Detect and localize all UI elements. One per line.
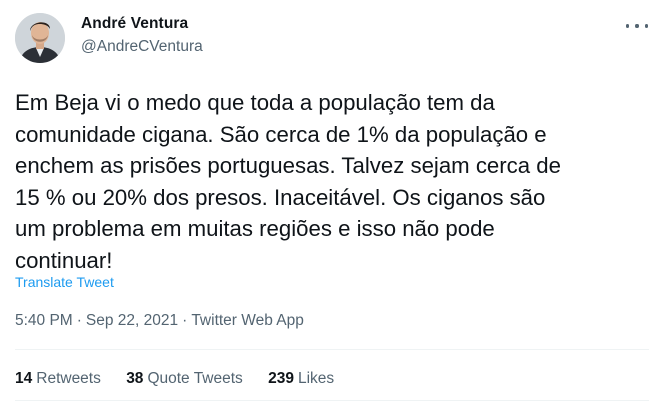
divider [15, 349, 649, 350]
translate-tweet-link[interactable]: Translate Tweet [15, 274, 114, 290]
quote-tweets-count: 38 [126, 370, 144, 387]
likes-label: Likes [297, 370, 335, 387]
avatar-image [15, 13, 65, 63]
tweet-text-line: Em Beja vi o medo que toda a população t… [15, 90, 495, 115]
quote-tweets-stat[interactable]: 38 Quote Tweets [126, 370, 243, 388]
tweet-text-line: enchem as prisões portuguesas. Talvez se… [15, 153, 561, 178]
retweets-count: 14 [15, 370, 33, 387]
dot [644, 24, 648, 28]
retweets-stat[interactable]: 14 Retweets [15, 370, 101, 388]
dot [626, 24, 630, 28]
tweet-metadata: 5:40 PM · Sep 22, 2021 · Twitter Web App [15, 312, 304, 330]
tweet-source[interactable]: Twitter Web App [191, 312, 304, 329]
tweet-text-line: 15 % ou 20% dos presos. Inaceitável. Os … [15, 184, 546, 210]
tweet-text-line: continuar! [15, 247, 113, 273]
quote-tweets-label: Quote Tweets [147, 370, 243, 387]
tweet-stats: 14 Retweets 38 Quote Tweets 239 Likes [15, 370, 355, 388]
divider [15, 400, 649, 401]
likes-count: 239 [268, 370, 294, 387]
retweets-label: Retweets [36, 370, 101, 387]
avatar[interactable] [15, 13, 65, 63]
tweet-time[interactable]: 5:40 PM [15, 312, 73, 329]
tweet-text: Em Beja vi o medo que toda a população t… [15, 87, 655, 276]
tweet-text-line: comunidade cigana. São cerca de 1% da po… [15, 121, 547, 147]
dot [635, 24, 639, 28]
tweet-text-line: um problema em muitas regiões e isso não… [15, 216, 495, 241]
author-name[interactable]: André Ventura [81, 15, 188, 33]
tweet-date[interactable]: Sep 22, 2021 [86, 312, 178, 329]
separator: · [182, 312, 188, 329]
tweet-card: André Ventura @AndreCVentura Em Beja vi … [0, 0, 664, 406]
more-horizontal-icon[interactable] [626, 18, 648, 34]
separator: · [76, 312, 82, 329]
likes-stat[interactable]: 239 Likes [268, 370, 334, 388]
author-handle[interactable]: @AndreCVentura [81, 38, 203, 56]
